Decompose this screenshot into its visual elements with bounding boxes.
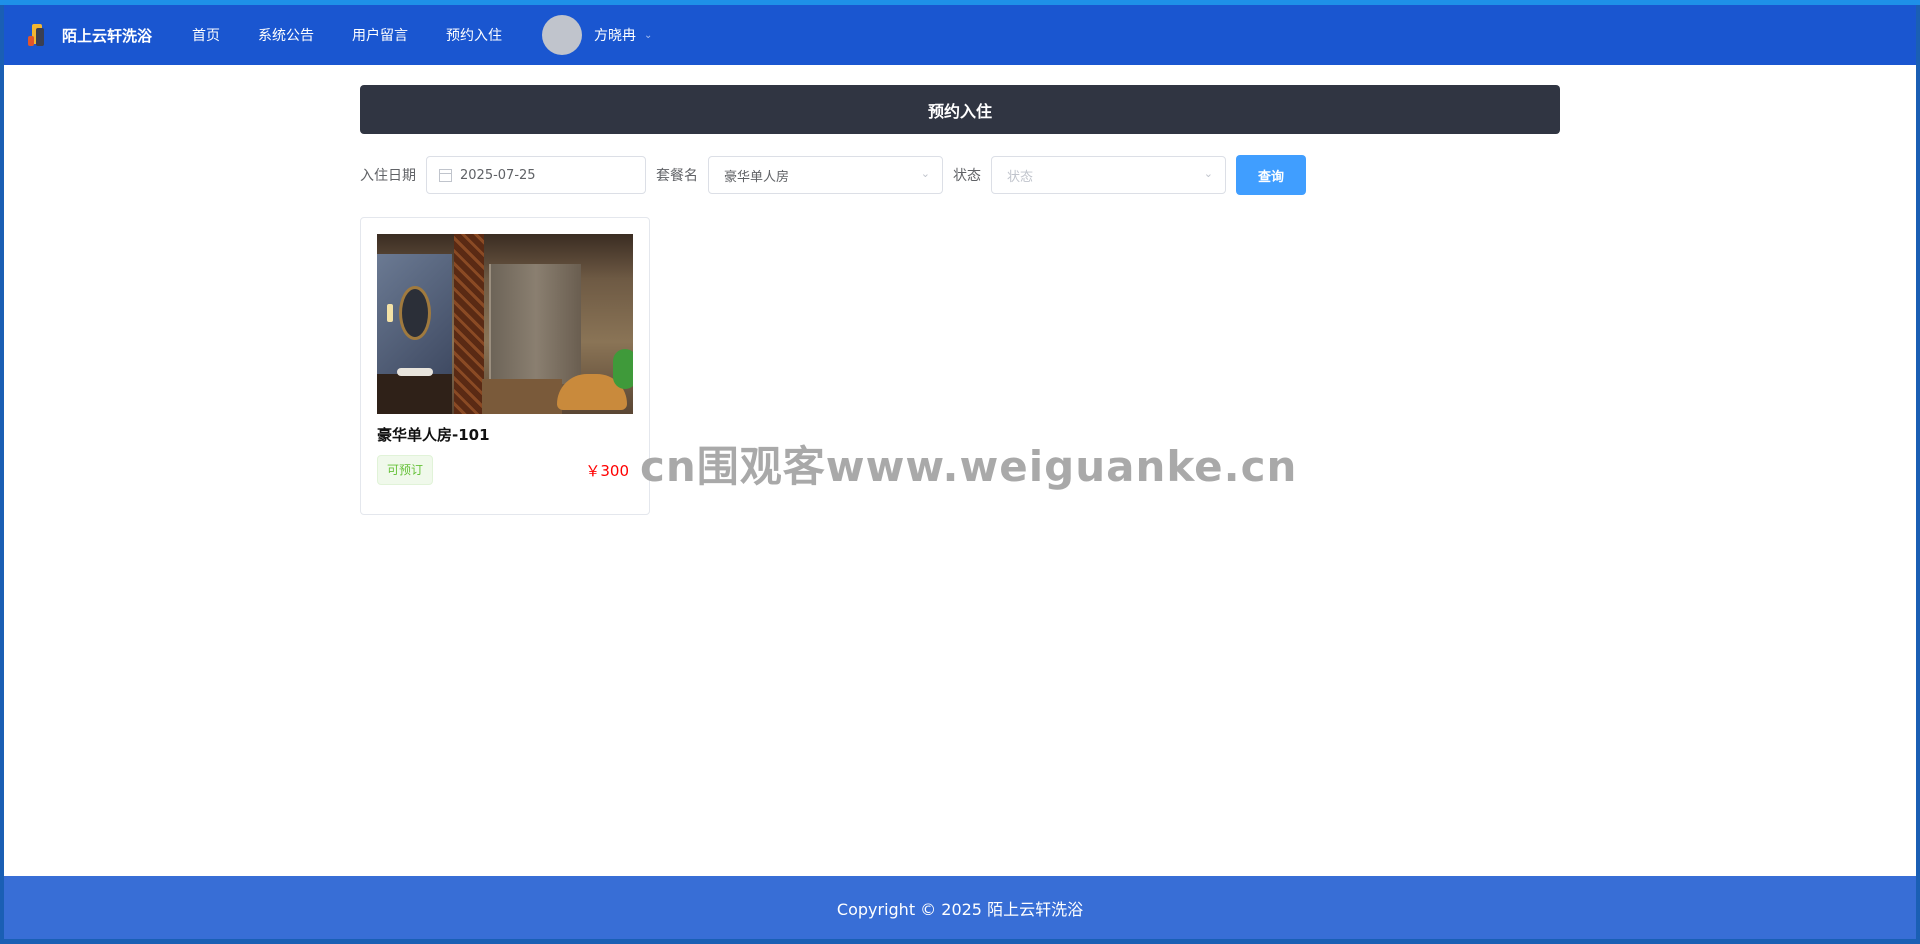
main-nav: 首页 系统公告 用户留言 预约入住 xyxy=(192,25,540,45)
nav-item-messages[interactable]: 用户留言 xyxy=(352,25,408,45)
date-picker[interactable]: 2025-07-25 xyxy=(426,156,646,194)
top-navbar: 陌上云轩洗浴 首页 系统公告 用户留言 预约入住 方晓冉 ⌄ xyxy=(4,5,1916,65)
brand[interactable]: 陌上云轩洗浴 xyxy=(26,22,152,48)
date-value: 2025-07-25 xyxy=(460,167,536,183)
status-select[interactable]: 状态 ⌄ xyxy=(991,156,1226,194)
status-placeholder: 状态 xyxy=(1007,169,1034,185)
nav-item-booking[interactable]: 预约入住 xyxy=(446,25,502,45)
package-select[interactable]: 豪华单人房 ⌄ xyxy=(708,156,943,194)
nav-item-announcements[interactable]: 系统公告 xyxy=(258,25,314,45)
package-value: 豪华单人房 xyxy=(724,169,790,185)
footer: Copyright © 2025 陌上云轩洗浴 xyxy=(4,876,1916,939)
user-menu[interactable]: 方晓冉 ⌄ xyxy=(542,15,652,55)
room-name[interactable]: 豪华单人房-101 xyxy=(377,424,633,445)
room-card-footer: 可预订 ￥300 xyxy=(377,455,633,485)
room-image[interactable] xyxy=(377,234,633,414)
chevron-down-icon: ⌄ xyxy=(920,167,930,180)
status-label: 状态 xyxy=(953,168,981,184)
status-badge: 可预订 xyxy=(377,455,434,485)
query-button[interactable]: 查询 xyxy=(1236,155,1306,195)
nav-item-home[interactable]: 首页 xyxy=(192,25,220,45)
chevron-down-icon[interactable]: ⌄ xyxy=(644,30,652,41)
app-frame: 陌上云轩洗浴 首页 系统公告 用户留言 预约入住 方晓冉 ⌄ 预约入住 入住日期… xyxy=(4,5,1916,939)
room-price: ￥300 xyxy=(585,461,629,480)
date-label: 入住日期 xyxy=(360,168,416,184)
chevron-down-icon: ⌄ xyxy=(1203,167,1213,180)
page-title: 预约入住 xyxy=(360,85,1560,134)
package-label: 套餐名 xyxy=(656,168,698,184)
watermark: cn围观客www.weiguanke.cn xyxy=(640,442,1298,491)
brand-logo-icon xyxy=(26,22,52,48)
user-name[interactable]: 方晓冉 xyxy=(594,25,636,45)
brand-name: 陌上云轩洗浴 xyxy=(62,26,153,45)
room-card[interactable]: 豪华单人房-101 可预订 ￥300 xyxy=(360,217,650,515)
filter-bar: 入住日期 2025-07-25 套餐名 豪华单人房 ⌄ 状态 状态 ⌄ 查询 xyxy=(360,155,1560,195)
copyright-text: Copyright © 2025 陌上云轩洗浴 xyxy=(836,899,1084,919)
avatar[interactable] xyxy=(542,15,583,55)
calendar-icon xyxy=(439,168,452,182)
